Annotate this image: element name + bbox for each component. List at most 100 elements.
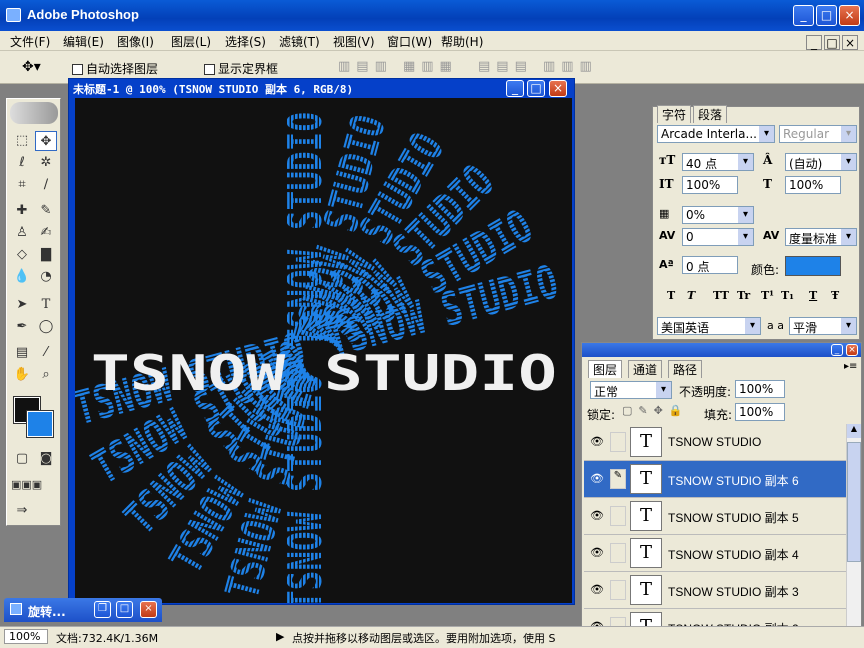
menu-view[interactable]: 视图(V) (333, 33, 375, 50)
horizontal-scale-input[interactable]: 100% (785, 176, 841, 194)
blur-tool-icon[interactable]: 💧 (11, 267, 33, 287)
font-size-select[interactable]: 40 点 (682, 153, 754, 171)
opacity-input[interactable]: 100% (735, 380, 785, 398)
maximize-button[interactable]: □ (116, 601, 133, 618)
lock-icons[interactable]: ▢✎✥🔒 (622, 404, 689, 417)
brush-link-icon[interactable] (610, 506, 626, 526)
layers-minimize-button[interactable]: _ (831, 344, 843, 356)
path-select-icon[interactable]: ➤ (11, 295, 33, 315)
vertical-scale-input[interactable]: 100% (682, 176, 738, 194)
shape-tool-icon[interactable]: ◯ (35, 317, 57, 337)
move-tool-icon[interactable]: ✥▾ (22, 59, 41, 75)
brush-tool-icon[interactable]: ✎ (35, 201, 57, 221)
type-tool-icon[interactable]: T (35, 295, 57, 315)
brush-link-icon[interactable] (610, 580, 626, 600)
layer-row[interactable]: 👁 ✎ T TSNOW STUDIO 副本 6 (584, 461, 846, 498)
doc-close-button[interactable]: × (842, 35, 858, 50)
zoom-level[interactable]: 100% (4, 629, 48, 644)
brush-link-icon[interactable] (610, 543, 626, 563)
close-button[interactable]: × (839, 5, 860, 26)
brush-link-icon[interactable]: ✎ (610, 469, 626, 489)
history-brush-icon[interactable]: ✍ (35, 223, 57, 243)
hand-tool-icon[interactable]: ✋ (11, 365, 33, 385)
kerning-select[interactable]: 0 (682, 228, 754, 246)
brush-link-icon[interactable] (610, 432, 626, 452)
stamp-tool-icon[interactable]: ♙ (11, 223, 33, 243)
subscript-button[interactable]: T₁ (781, 289, 794, 302)
menu-edit[interactable]: 编辑(E) (63, 33, 104, 50)
panel-menu-icon[interactable]: ▸≡ (844, 361, 857, 372)
pen-tool-icon[interactable]: ✒ (11, 317, 33, 337)
all-caps-button[interactable]: TT (713, 289, 729, 302)
strikethrough-button[interactable]: Ŧ (831, 289, 839, 302)
menu-layer[interactable]: 图层(L) (171, 33, 211, 50)
superscript-button[interactable]: T¹ (761, 289, 774, 302)
tracking-percent-select[interactable]: 0% (682, 206, 754, 224)
text-color-swatch[interactable] (785, 256, 841, 276)
menu-filter[interactable]: 滤镜(T) (279, 33, 320, 50)
leading-select[interactable]: (自动) (785, 153, 857, 171)
fill-input[interactable]: 100% (735, 403, 785, 421)
minimize-button[interactable]: _ (793, 5, 814, 26)
zoom-tool-icon[interactable]: ⌕ (35, 365, 57, 385)
menu-help[interactable]: 帮助(H) (441, 33, 483, 50)
marquee-tool-icon[interactable]: ⬚ (11, 131, 33, 151)
small-caps-button[interactable]: Tr (737, 289, 750, 302)
magic-wand-icon[interactable]: ✲ (35, 153, 57, 173)
healing-tool-icon[interactable]: ✚ (11, 201, 33, 221)
faux-bold-button[interactable]: T (667, 289, 675, 302)
font-family-select[interactable]: Arcade Interla... (657, 125, 775, 143)
tab-character[interactable]: 字符 (657, 105, 692, 123)
move-tool-icon[interactable]: ✥ (35, 131, 57, 151)
antialias-select[interactable]: 平滑 (789, 317, 857, 335)
dodge-tool-icon[interactable]: ◔ (35, 267, 57, 287)
doc-restore-button[interactable]: □ (824, 35, 840, 50)
layers-scrollbar[interactable]: ▲ (846, 424, 861, 634)
notes-tool-icon[interactable]: ▤ (11, 343, 33, 363)
eye-icon[interactable]: 👁 (587, 543, 607, 563)
quickmask-mode-icon[interactable]: ◙ (35, 449, 57, 469)
canvas[interactable]: TSNOW STUDIO TSNOW STUDIO TSNOW STUDIO TSNO… (75, 98, 572, 603)
eyedropper-icon[interactable]: ⁄ (35, 343, 57, 363)
faux-italic-button[interactable]: T (687, 289, 695, 302)
doc-minimize-button[interactable]: _ (506, 80, 524, 97)
eye-icon[interactable]: 👁 (587, 580, 607, 600)
eraser-tool-icon[interactable]: ◇ (11, 245, 33, 265)
align-icons[interactable]: ▥▤▥ ▦▥▦ (338, 59, 458, 74)
auto-select-checkbox[interactable]: 自动选择图层 (72, 60, 158, 77)
kerning-mode-select[interactable]: 度量标准 (785, 228, 857, 246)
scroll-up-icon[interactable]: ▲ (847, 424, 861, 438)
distribute-icons[interactable]: ▤▤▤ ▥▥▥ (478, 59, 598, 74)
maximize-button[interactable]: □ (816, 5, 837, 26)
tab-layers[interactable]: 图层 (588, 360, 623, 378)
eye-icon[interactable]: 👁 (587, 506, 607, 526)
menu-window[interactable]: 窗口(W) (387, 33, 432, 50)
gradient-tool-icon[interactable]: ▇ (35, 245, 57, 265)
layer-row[interactable]: 👁 T TSNOW STUDIO (584, 424, 846, 461)
background-color-swatch[interactable] (26, 410, 54, 438)
layer-row[interactable]: 👁 T TSNOW STUDIO 副本 5 (584, 498, 846, 535)
doc-minimize-button[interactable]: _ (806, 35, 822, 50)
underline-button[interactable]: T (809, 289, 817, 302)
menu-file[interactable]: 文件(F) (10, 33, 50, 50)
close-button[interactable]: × (140, 601, 157, 618)
tab-paths[interactable]: 路径 (668, 360, 703, 378)
show-bounds-checkbox[interactable]: 显示定界框 (204, 60, 278, 77)
tab-paragraph[interactable]: 段落 (693, 105, 728, 123)
standard-mode-icon[interactable]: ▢ (11, 449, 33, 469)
scroll-thumb[interactable] (847, 442, 861, 562)
menu-select[interactable]: 选择(S) (225, 33, 266, 50)
status-arrow-icon[interactable]: ▶ (276, 630, 284, 643)
blend-mode-select[interactable]: 正常 (590, 381, 672, 399)
eye-icon[interactable]: 👁 (587, 432, 607, 452)
restore-button[interactable]: ❐ (94, 601, 111, 618)
baseline-shift-input[interactable]: 0 点 (682, 256, 738, 274)
slice-tool-icon[interactable]: ∕ (35, 175, 57, 195)
tab-channels[interactable]: 通道 (628, 360, 663, 378)
minimized-document[interactable]: 旋转... ❐ □ × (4, 598, 162, 622)
doc-maximize-button[interactable]: □ (527, 80, 545, 97)
language-select[interactable]: 美国英语 (657, 317, 761, 335)
crop-tool-icon[interactable]: ⌗ (11, 175, 33, 195)
font-style-select[interactable]: Regular (779, 125, 857, 143)
layer-row[interactable]: 👁 T TSNOW STUDIO 副本 3 (584, 572, 846, 609)
